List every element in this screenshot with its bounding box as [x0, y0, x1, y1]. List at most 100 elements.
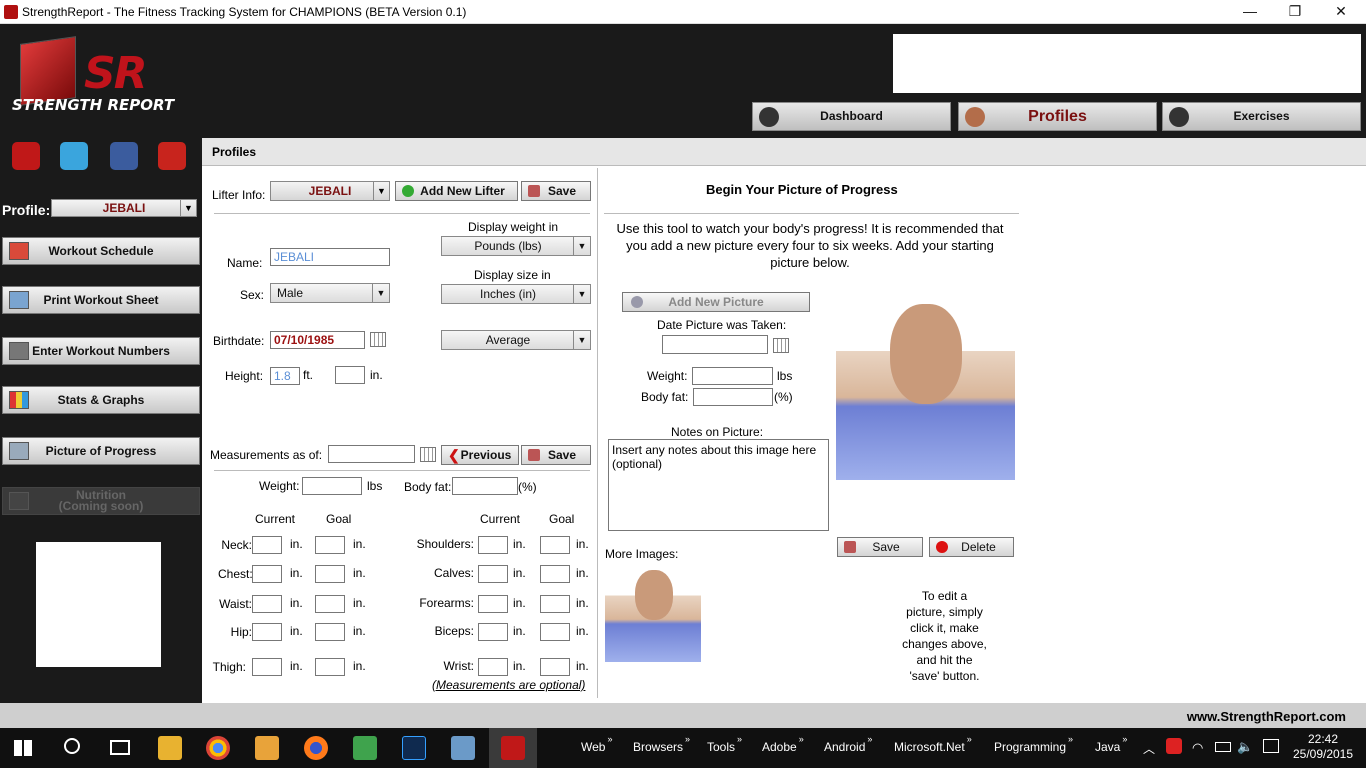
sidebar-item-workout-schedule[interactable]: Workout Schedule	[2, 237, 200, 265]
apps-grid-icon[interactable]	[255, 736, 279, 760]
measurement-label: Calves:	[433, 566, 474, 580]
notifications-icon[interactable]	[1263, 739, 1279, 753]
height-ft-input[interactable]: 1.8	[270, 367, 300, 385]
footer-url[interactable]: www.StrengthReport.com	[1187, 709, 1346, 724]
twitter-icon[interactable]	[60, 142, 88, 170]
firefox-icon[interactable]	[304, 736, 328, 760]
progress-thumbnail[interactable]	[605, 567, 701, 662]
chrome-icon[interactable]	[206, 736, 230, 760]
measurement-goal-input[interactable]	[315, 536, 345, 554]
file-explorer-icon[interactable]	[158, 736, 182, 760]
notes-textarea[interactable]: Insert any notes about this image here (…	[608, 439, 829, 531]
calendar-icon[interactable]	[420, 447, 436, 462]
measurement-goal-input[interactable]	[540, 536, 570, 554]
picture-weight-input[interactable]	[692, 367, 773, 385]
taskbar-group[interactable]: Browsers»	[633, 734, 690, 754]
measurement-goal-input[interactable]	[540, 565, 570, 583]
measurement-goal-input[interactable]	[315, 623, 345, 641]
add-new-lifter-button[interactable]: Add New Lifter	[395, 181, 518, 201]
bodyfat-input[interactable]	[452, 477, 518, 495]
chevron-down-icon: ▼	[373, 182, 389, 200]
progress-photo-main[interactable]	[836, 296, 1015, 480]
picture-bodyfat-input[interactable]	[693, 388, 773, 406]
taskbar-group[interactable]: Microsoft.Net»	[894, 734, 972, 754]
nav-profiles-button[interactable]: Profiles	[958, 102, 1157, 131]
display-weight-select[interactable]: Pounds (lbs) ▼	[441, 236, 591, 256]
profile-select[interactable]: JEBALI ▼	[51, 199, 197, 217]
measurement-goal-input[interactable]	[540, 623, 570, 641]
delete-picture-button[interactable]: Delete	[929, 537, 1014, 557]
wifi-icon[interactable]: ◠	[1192, 740, 1203, 756]
save-icon	[844, 541, 856, 553]
battery-icon[interactable]	[1215, 742, 1231, 752]
photoshop-icon[interactable]	[402, 736, 426, 760]
measurement-current-input[interactable]	[478, 658, 508, 676]
measurement-current-input[interactable]	[252, 658, 282, 676]
notepad-plus-icon[interactable]	[353, 736, 377, 760]
chevron-up-icon[interactable]: ︿	[1143, 740, 1155, 757]
measurement-goal-input[interactable]	[540, 595, 570, 613]
acrobat-tray-icon[interactable]	[1166, 738, 1182, 754]
measurement-goal-input[interactable]	[315, 658, 345, 676]
height-in-input[interactable]	[335, 366, 365, 384]
save-icon	[528, 185, 540, 197]
task-view-icon[interactable]	[110, 740, 130, 755]
measurement-current-input[interactable]	[252, 565, 282, 583]
taskbar-group-label: Browsers	[633, 740, 684, 754]
maximize-button[interactable]: ❐	[1272, 0, 1318, 24]
weight-input[interactable]	[302, 477, 362, 495]
windows-start-icon[interactable]	[14, 740, 32, 756]
search-icon[interactable]	[64, 738, 80, 754]
build-select[interactable]: Average ▼	[441, 330, 591, 350]
nav-dashboard-button[interactable]: Dashboard	[752, 102, 951, 131]
strengthreport-taskbar-button[interactable]	[489, 728, 537, 768]
clock-time: 22:42	[1307, 732, 1339, 746]
close-button[interactable]: ✕	[1318, 0, 1364, 24]
measurement-current-input[interactable]	[478, 565, 508, 583]
measurement-goal-input[interactable]	[315, 565, 345, 583]
measurement-current-input[interactable]	[478, 595, 508, 613]
calendar-icon[interactable]	[370, 332, 386, 347]
facebook-icon[interactable]	[110, 142, 138, 170]
clock[interactable]: 22:42 25/09/2015	[1290, 732, 1356, 762]
measurements-date-input[interactable]	[328, 445, 415, 463]
minimize-button[interactable]: —	[1227, 0, 1273, 24]
right-goal-header: Goal	[549, 512, 575, 526]
measurement-current-input[interactable]	[252, 623, 282, 641]
app-icon	[4, 5, 18, 19]
taskbar-group[interactable]: Web»	[581, 734, 612, 754]
taskbar-group[interactable]: Programming»	[994, 734, 1073, 754]
measurement-goal-input[interactable]	[540, 658, 570, 676]
taskbar-group[interactable]: Android»	[824, 734, 872, 754]
sidebar-item-print-workout-sheet[interactable]: Print Workout Sheet	[2, 286, 200, 314]
measurement-current-input[interactable]	[478, 536, 508, 554]
measurement-goal-input[interactable]	[315, 595, 345, 613]
taskbar-group[interactable]: Java»	[1095, 734, 1127, 754]
image-viewer-icon[interactable]	[451, 736, 475, 760]
display-size-select[interactable]: Inches (in) ▼	[441, 284, 591, 304]
title-bar: StrengthReport - The Fitness Tracking Sy…	[0, 0, 1366, 24]
sidebar-item-picture-of-progress[interactable]: Picture of Progress	[2, 437, 200, 465]
calendar-icon[interactable]	[773, 338, 789, 353]
youtube-icon[interactable]	[158, 142, 186, 170]
nav-exercises-button[interactable]: Exercises	[1162, 102, 1361, 131]
previous-button[interactable]: ❮ Previous	[441, 445, 519, 465]
name-input[interactable]: JEBALI	[270, 248, 390, 266]
volume-icon[interactable]: 🔈	[1237, 739, 1253, 755]
taskbar-group[interactable]: Adobe»	[762, 734, 804, 754]
birthdate-input[interactable]: 07/10/1985	[270, 331, 365, 349]
add-new-picture-button[interactable]: Add New Picture	[622, 292, 810, 312]
sidebar-item-enter-workout-numbers[interactable]: Enter Workout Numbers	[2, 337, 200, 365]
lifter-select[interactable]: JEBALI ▼	[270, 181, 390, 201]
strengthreport-social-icon[interactable]	[12, 142, 40, 170]
save-measurements-button[interactable]: Save	[521, 445, 591, 465]
save-picture-button[interactable]: Save	[837, 537, 923, 557]
sex-select[interactable]: Male ▼	[270, 283, 390, 303]
date-taken-input[interactable]	[662, 335, 768, 354]
measurement-current-input[interactable]	[478, 623, 508, 641]
save-lifter-button[interactable]: Save	[521, 181, 591, 201]
measurement-current-input[interactable]	[252, 536, 282, 554]
sidebar-item-stats-graphs[interactable]: Stats & Graphs	[2, 386, 200, 414]
taskbar-group[interactable]: Tools»	[707, 734, 742, 754]
measurement-current-input[interactable]	[252, 595, 282, 613]
